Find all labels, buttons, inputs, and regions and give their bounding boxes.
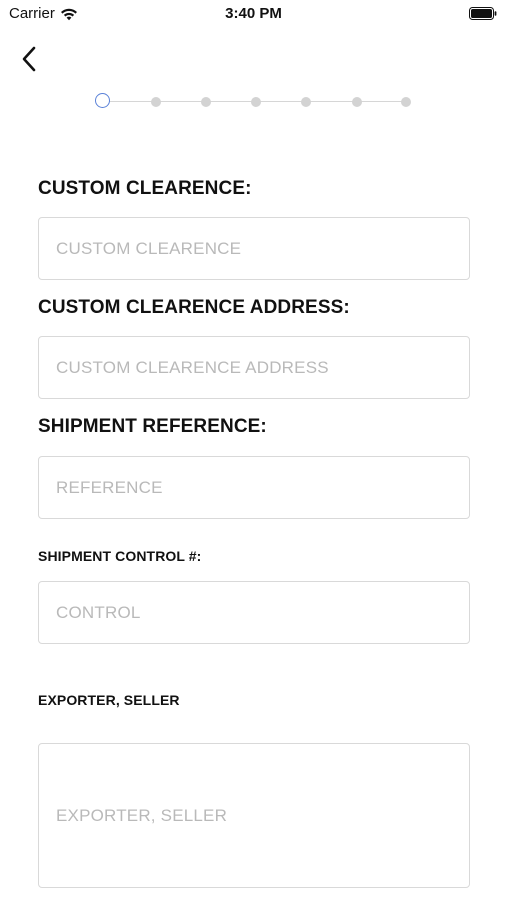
exporter-seller-textarea[interactable]: EXPORTER, SELLER: [38, 743, 470, 888]
status-bar: Carrier 3:40 PM: [0, 0, 507, 28]
exporter-seller-label: EXPORTER, SELLER: [38, 692, 180, 708]
step-7: [401, 97, 411, 107]
custom-clearence-label: CUSTOM CLEARENCE:: [38, 178, 252, 199]
custom-clearence-input[interactable]: CUSTOM CLEARENCE: [38, 217, 470, 280]
shipment-control-label: SHIPMENT CONTROL #:: [38, 548, 202, 564]
step-5: [301, 97, 311, 107]
shipment-reference-label: SHIPMENT REFERENCE:: [38, 416, 267, 437]
custom-clearence-placeholder: CUSTOM CLEARENCE: [56, 238, 242, 258]
chevron-left-icon: [22, 46, 36, 72]
shipment-control-placeholder: CONTROL: [56, 602, 141, 622]
custom-clearence-address-label: CUSTOM CLEARENCE ADDRESS:: [38, 297, 350, 318]
custom-clearence-address-input[interactable]: CUSTOM CLEARENCE ADDRESS: [38, 336, 470, 399]
back-button[interactable]: [14, 44, 44, 74]
step-3: [201, 97, 211, 107]
shipment-reference-placeholder: REFERENCE: [56, 477, 163, 497]
custom-clearence-address-placeholder: CUSTOM CLEARENCE ADDRESS: [56, 357, 329, 377]
shipment-reference-input[interactable]: REFERENCE: [38, 456, 470, 519]
progress-stepper: [94, 93, 412, 111]
step-2: [151, 97, 161, 107]
step-1-current: [95, 93, 110, 108]
status-time: 3:40 PM: [225, 5, 282, 22]
battery-icon: [469, 7, 497, 20]
step-6: [352, 97, 362, 107]
step-4: [251, 97, 261, 107]
shipment-control-input[interactable]: CONTROL: [38, 581, 470, 644]
exporter-seller-placeholder: EXPORTER, SELLER: [56, 805, 228, 825]
